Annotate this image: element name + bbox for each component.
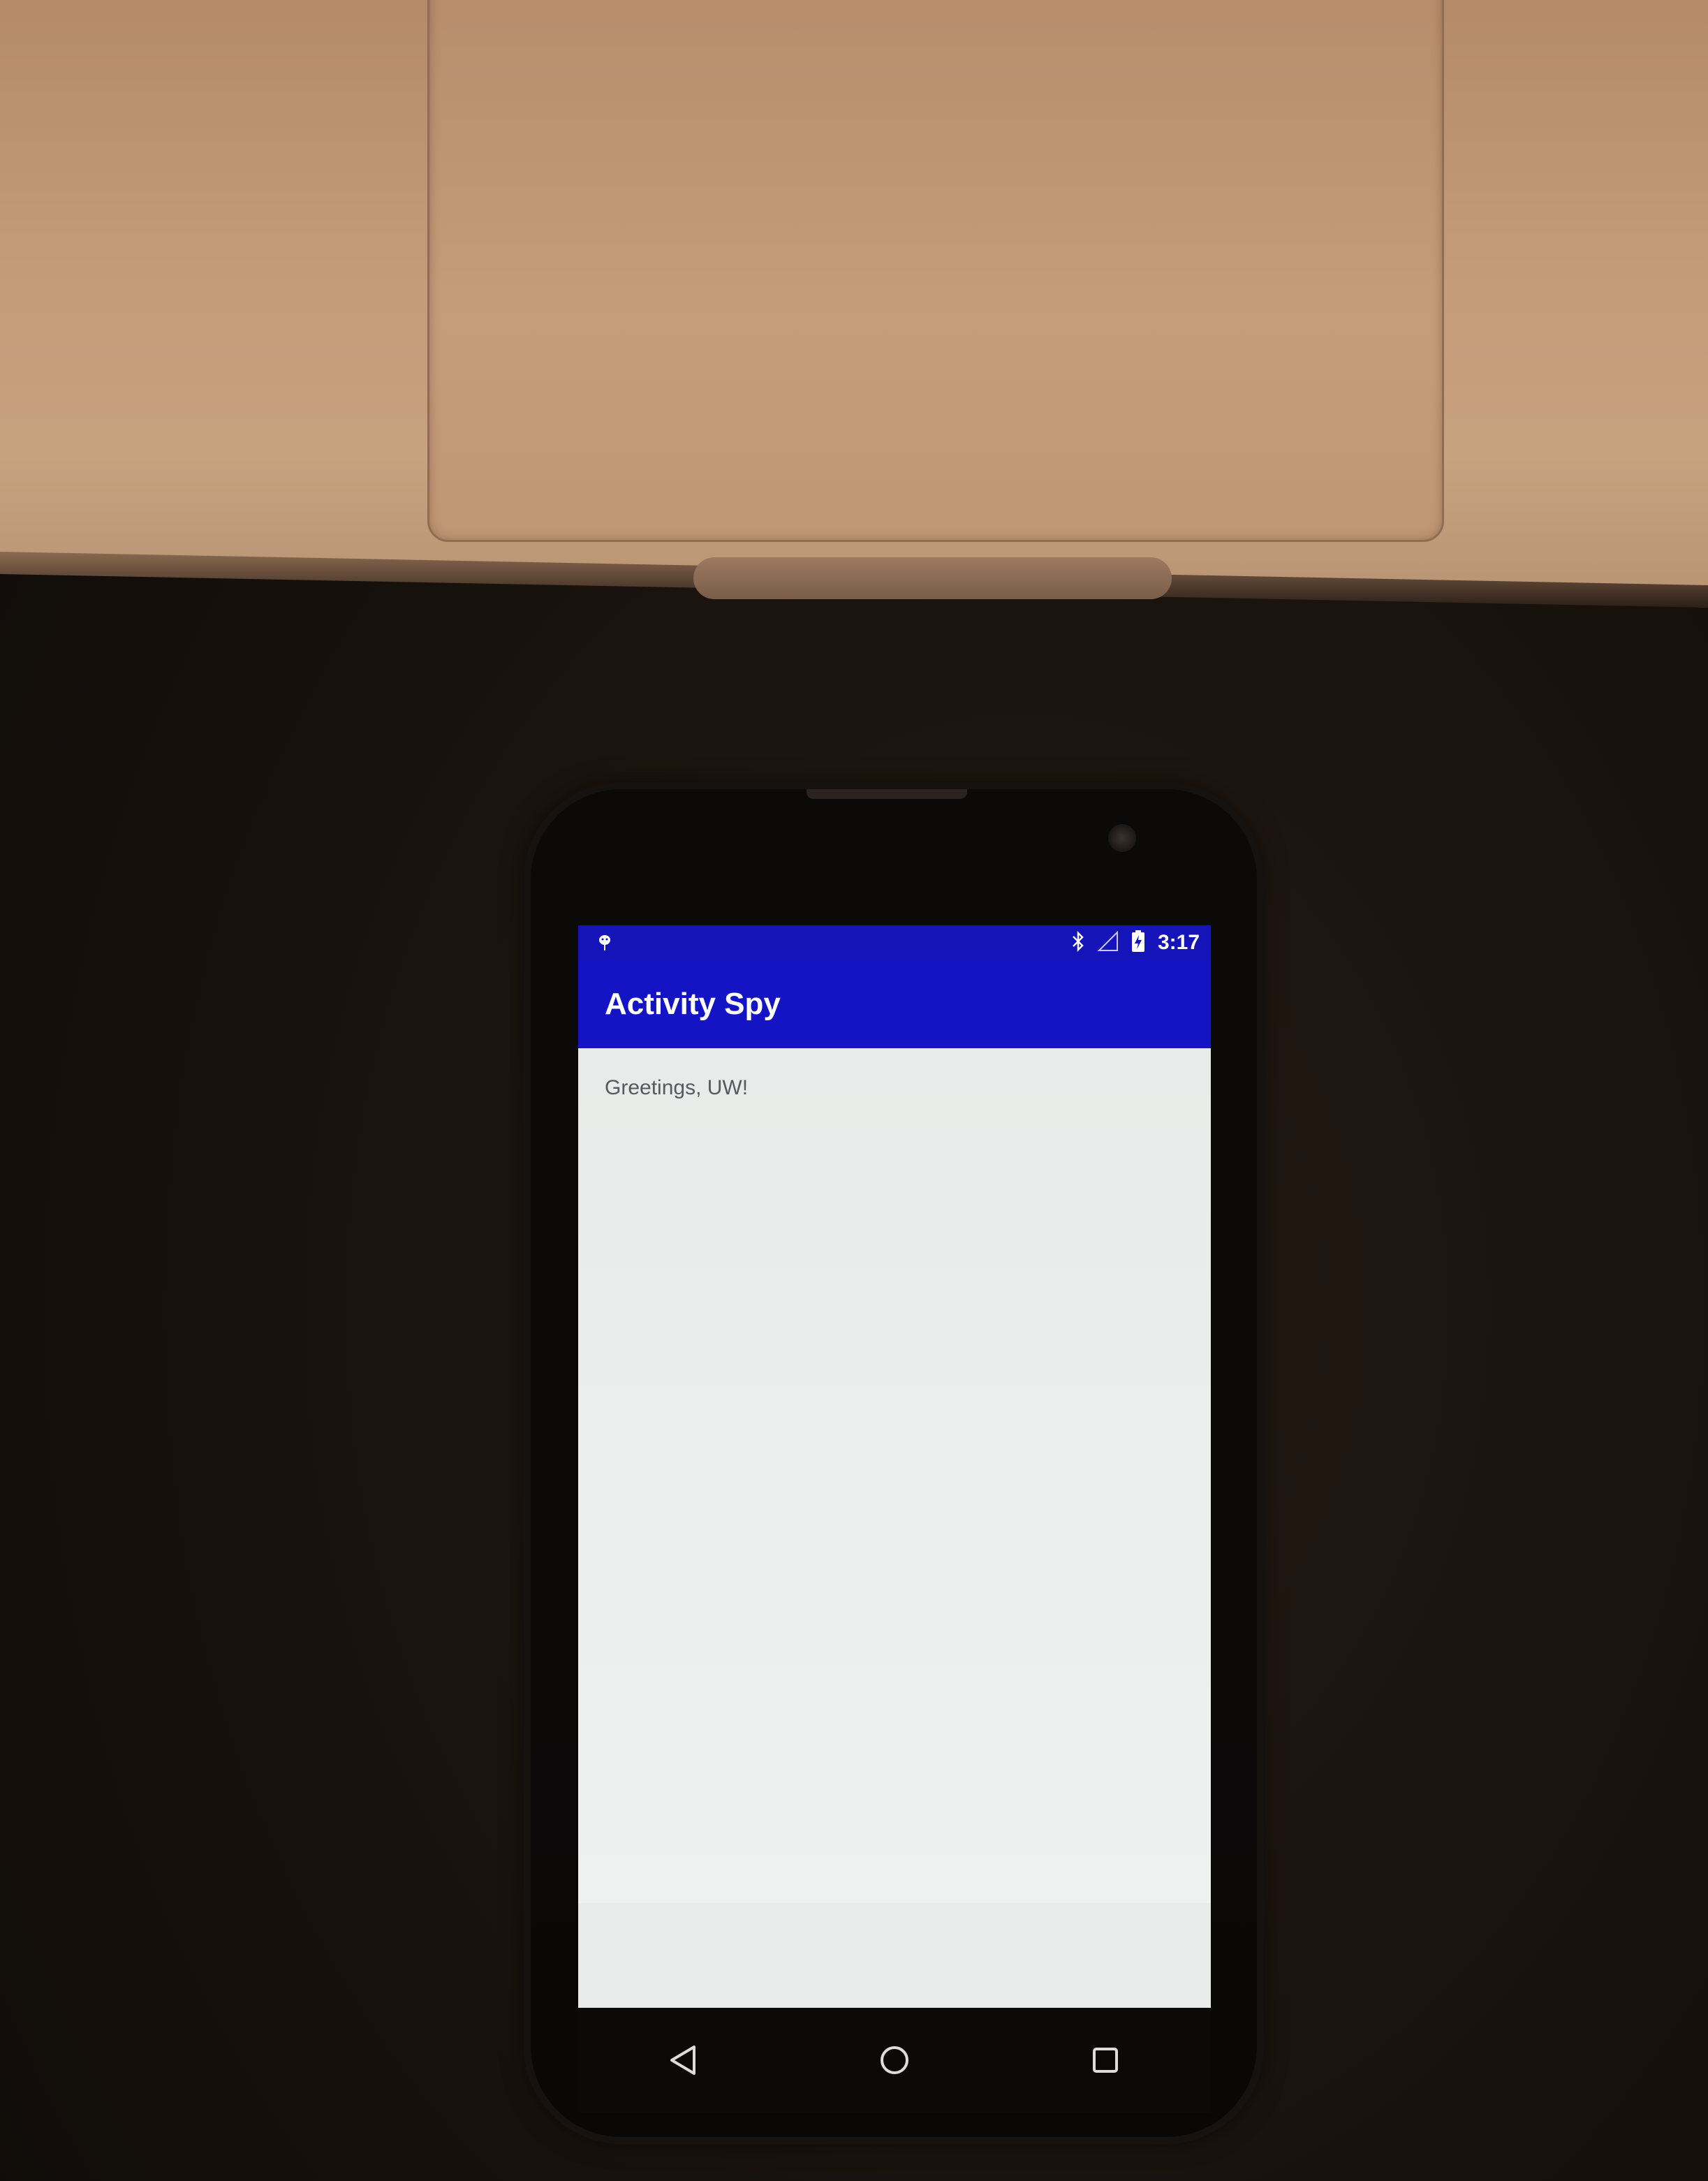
home-button[interactable] <box>867 2032 922 2088</box>
status-bar: 3:17 <box>578 925 1211 960</box>
home-circle-icon <box>881 2046 908 2074</box>
navigation-bar <box>578 2008 1211 2113</box>
back-button[interactable] <box>656 2032 712 2088</box>
back-triangle-icon <box>670 2046 695 2075</box>
front-camera <box>1108 824 1136 852</box>
recents-square-icon <box>1093 2048 1118 2073</box>
greeting-text: Greetings, UW! <box>605 1076 749 1099</box>
status-time: 3:17 <box>1157 931 1200 954</box>
recents-button[interactable] <box>1077 2032 1133 2088</box>
app-toolbar: Activity Spy <box>578 960 1211 1048</box>
android-phone: 3:17 Activity Spy Greetings, UW! <box>531 789 1257 2137</box>
phone-screen: 3:17 Activity Spy Greetings, UW! <box>578 925 1211 2008</box>
status-icons: 3:17 <box>1071 930 1200 956</box>
laptop-trackpad <box>427 0 1444 542</box>
signal-icon <box>1097 930 1119 955</box>
photo-scene: 3:17 Activity Spy Greetings, UW! <box>0 0 1708 2181</box>
android-debug-icon <box>596 934 613 951</box>
battery-charging-icon <box>1131 930 1145 956</box>
phone-earpiece <box>807 789 967 799</box>
bluetooth-icon <box>1071 930 1085 955</box>
app-title: Activity Spy <box>605 987 781 1021</box>
laptop-notch <box>693 557 1172 599</box>
main-content: Greetings, UW! <box>578 1048 1211 1903</box>
